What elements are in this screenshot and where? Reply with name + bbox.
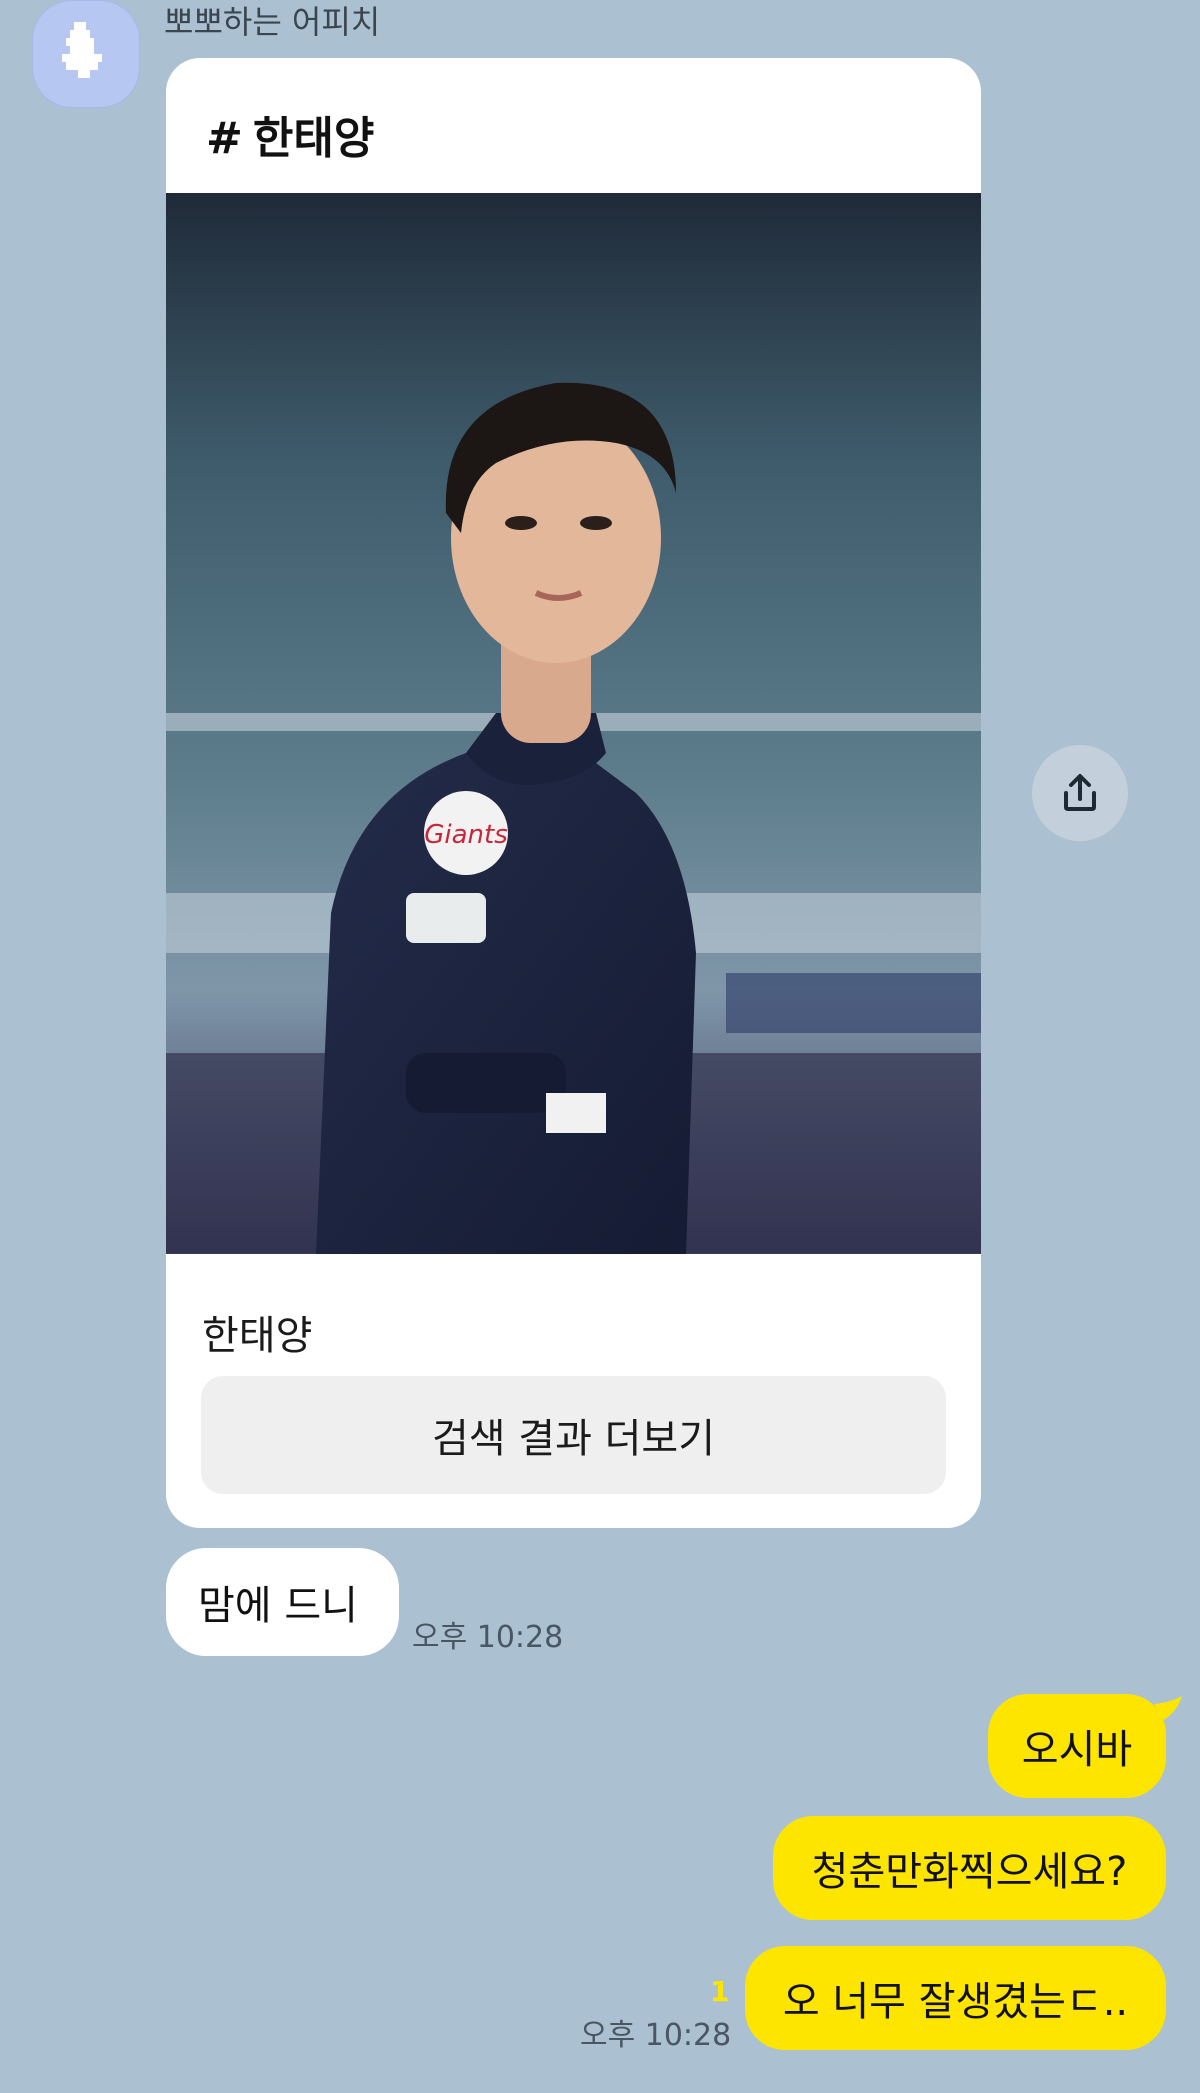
share-button[interactable] [1032, 745, 1128, 841]
svg-text:Giants: Giants [424, 820, 508, 850]
card-title: # 한태양 [206, 114, 374, 164]
incoming-timestamp: 오후 10:28 [412, 1620, 564, 1655]
share-icon [1064, 774, 1096, 811]
unread-count-badge: 1 [710, 1975, 730, 2008]
sender-name: 뽀뽀하는 어피치 [164, 3, 381, 41]
player-photo[interactable]: Giants [166, 193, 981, 1254]
outgoing-message-3[interactable]: 오 너무 잘생겼는ㄷ.. [745, 1946, 1166, 2050]
card-caption: 한태양 [202, 1313, 313, 1359]
incoming-message[interactable]: 맘에 드니 [166, 1548, 399, 1656]
more-results-button[interactable]: 검색 결과 더보기 [201, 1376, 946, 1494]
outgoing-message-1[interactable]: 오시바 [988, 1694, 1166, 1798]
person-photo-icon: Giants [166, 193, 981, 1254]
hash-symbol: # [206, 113, 243, 164]
avatar-icon [62, 22, 102, 78]
search-result-card[interactable]: # 한태양 Giants 한태양 검색 결과 더보기 [166, 58, 981, 1528]
outgoing-message-2[interactable]: 청춘만화찍으세요? [773, 1816, 1166, 1920]
card-title-text: 한태양 [252, 113, 375, 164]
outgoing-timestamp: 오후 10:28 [580, 2018, 732, 2053]
sender-avatar[interactable] [32, 0, 140, 108]
